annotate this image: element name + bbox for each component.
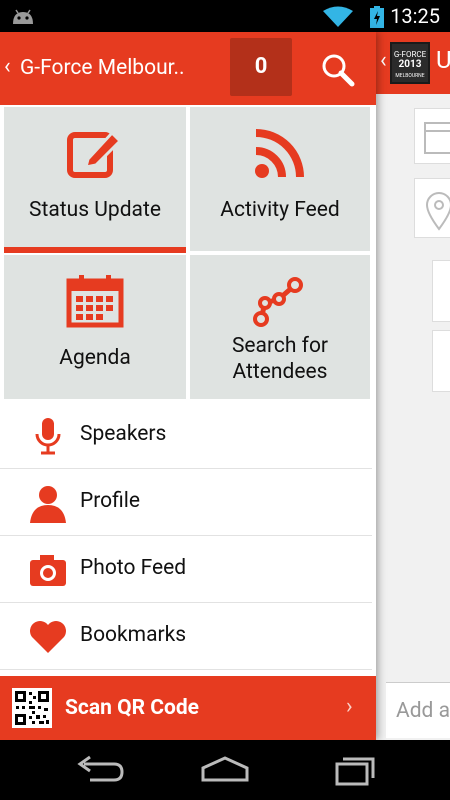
back-chevron-icon[interactable]: ‹ [380,48,387,73]
list-item-bookmarks[interactable]: Bookmarks [0,603,372,670]
tile-activity-feed[interactable]: Activity Feed [190,107,370,251]
heart-icon [30,621,66,653]
recent-apps-icon[interactable] [325,750,385,790]
person-icon [30,486,66,523]
app-logo: G-FORCE 2013 MELBOURNE [390,42,430,84]
main-action-bar: ‹ G-FORCE 2013 MELBOURNE U [376,32,450,94]
back-chevron-icon[interactable]: ‹ [4,54,11,79]
comment-input[interactable]: Add a [386,682,450,738]
tile-search-attendees[interactable]: Search for Attendees [190,255,370,399]
microphone-icon [35,418,61,455]
list-item-label: Bookmarks [80,623,187,647]
list-item-label: Profile [80,489,141,513]
scan-qr-label: Scan QR Code [65,696,200,720]
event-title[interactable]: G-Force Melbour.. [20,56,185,80]
list-item-label: Photo Feed [80,556,187,580]
list-item-photo-feed[interactable]: Photo Feed [0,536,372,603]
tile-label-line1: Search for [231,334,329,358]
qr-code-icon [12,688,52,728]
calendar-icon [66,275,124,328]
network-path-icon [253,277,303,327]
android-debug-icon [13,9,33,24]
system-nav-bar [0,740,450,800]
calendar-icon [424,122,450,154]
scan-qr-button[interactable]: Scan QR Code › [0,676,376,740]
content-card[interactable] [432,260,450,322]
drawer-action-bar: ‹ G-Force Melbour.. 0 [0,32,376,105]
edit-icon [67,130,123,178]
location-pin-icon [425,192,450,231]
home-icon[interactable] [195,750,255,790]
list-item-speakers[interactable]: Speakers [0,402,372,469]
search-icon[interactable] [318,50,358,90]
screen: 13:25 ‹ G-FORCE 2013 MELBOURNE U Add a ‹… [0,0,450,800]
wifi-icon [323,6,353,27]
content-card[interactable] [432,330,450,392]
tile-label-line2: Attendees [232,360,328,384]
tile-label: Agenda [59,346,131,370]
main-content-panel: ‹ G-FORCE 2013 MELBOURNE U Add a [376,32,450,740]
notification-counter[interactable]: 0 [230,38,292,96]
tile-agenda[interactable]: Agenda [4,255,186,399]
location-field[interactable] [414,178,450,238]
date-field[interactable] [414,108,450,164]
battery-icon [370,6,384,28]
rss-feed-icon [255,129,304,178]
main-title: U [436,46,450,74]
tile-status-update[interactable]: Status Update [4,107,186,253]
camera-icon [30,555,66,586]
back-icon[interactable] [70,750,130,790]
clock: 13:25 [390,4,440,28]
list-item-profile[interactable]: Profile [0,469,372,536]
tile-label: Activity Feed [220,198,340,222]
chevron-right-icon: › [346,694,353,719]
tile-label: Status Update [29,198,161,222]
active-tab-indicator [4,247,186,253]
status-bar: 13:25 [0,0,450,32]
list-item-label: Speakers [80,422,167,446]
navigation-drawer: ‹ G-Force Melbour.. 0 Status Update Acti… [0,32,376,740]
